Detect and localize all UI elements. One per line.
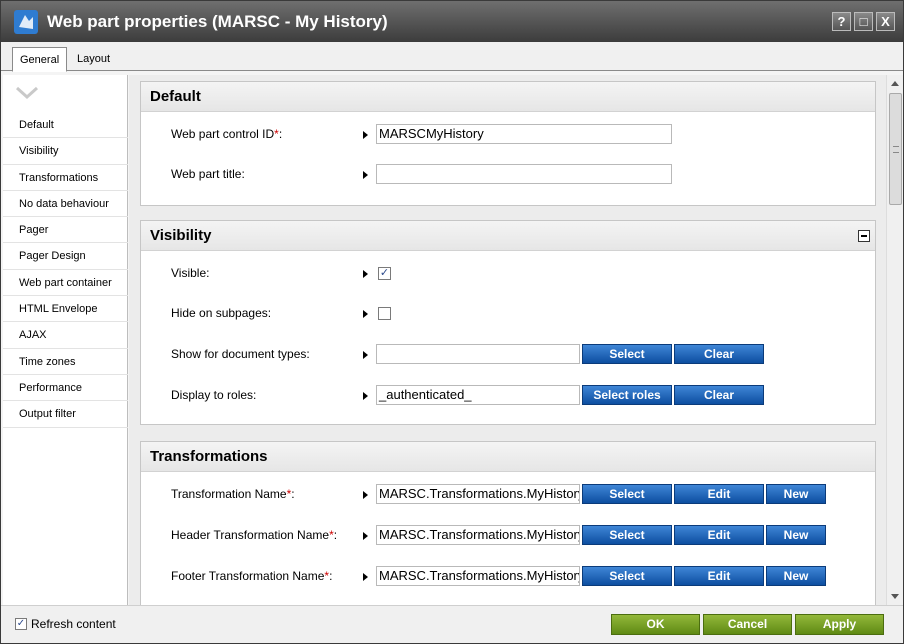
tab-layout[interactable]: Layout <box>70 47 117 71</box>
display-to-roles-label: Display to roles: <box>171 388 257 402</box>
hide-on-subpages-checkbox[interactable] <box>378 307 391 320</box>
visible-label: Visible: <box>171 266 210 280</box>
row-control-id: Web part control ID*: MARSCMyHistory <box>141 123 875 145</box>
sidebar-item-pager-design[interactable]: Pager Design <box>3 243 128 270</box>
footer-transformation-new-button[interactable]: New <box>766 566 826 586</box>
select-roles-button[interactable]: Select roles <box>582 385 672 405</box>
panel-default: Default Web part control ID*: MARSCMyHis… <box>140 81 876 206</box>
ok-button[interactable]: OK <box>611 614 700 635</box>
scroll-down-icon[interactable] <box>891 594 899 599</box>
caret-right-icon <box>363 310 368 318</box>
refresh-content-checkbox[interactable]: ✓ <box>15 618 27 630</box>
transformation-new-button[interactable]: New <box>766 484 826 504</box>
collapse-icon[interactable] <box>858 230 870 242</box>
caret-right-icon <box>363 171 368 179</box>
sidebar-item-ajax[interactable]: AJAX <box>3 322 128 349</box>
panel-visibility-title: Visibility <box>141 221 875 251</box>
panel-visibility: Visibility Visible: ✓ Hide on subpages: … <box>140 220 876 425</box>
row-display-to-roles: Display to roles: _authenticated_ Select… <box>141 384 875 406</box>
help-icon[interactable]: ? <box>832 12 851 31</box>
dialog-window: Web part properties (MARSC - My History)… <box>0 0 904 644</box>
sidebar-item-time-zones[interactable]: Time zones <box>3 349 128 375</box>
chevron-down-icon[interactable] <box>15 85 39 101</box>
header-transformation-edit-button[interactable]: Edit <box>674 525 764 545</box>
transformation-edit-button[interactable]: Edit <box>674 484 764 504</box>
panel-transformations-title: Transformations <box>141 442 875 472</box>
roles-clear-button[interactable]: Clear <box>674 385 764 405</box>
vertical-scrollbar[interactable] <box>886 75 903 605</box>
title-bar: Web part properties (MARSC - My History)… <box>1 1 903 42</box>
row-header-transformation: Header Transformation Name*: MARSC.Trans… <box>141 524 875 546</box>
dialog-title: Web part properties (MARSC - My History) <box>47 11 388 31</box>
caret-right-icon <box>363 532 368 540</box>
sidebar-item-html-envelope[interactable]: HTML Envelope <box>3 296 128 323</box>
caret-right-icon <box>363 351 368 359</box>
footer-transformation-label: Footer Transformation Name*: <box>171 569 333 583</box>
panel-default-title: Default <box>141 82 875 112</box>
refresh-content: ✓ Refresh content <box>15 617 116 631</box>
display-to-roles-input[interactable]: _authenticated_ <box>376 385 580 405</box>
caret-right-icon <box>363 573 368 581</box>
caret-right-icon <box>363 491 368 499</box>
transformation-name-label: Transformation Name*: <box>171 487 295 501</box>
properties-content: Default Web part control ID*: MARSCMyHis… <box>129 75 886 605</box>
web-part-title-input[interactable] <box>376 164 672 184</box>
tab-general[interactable]: General <box>12 47 68 72</box>
row-transformation-name: Transformation Name*: MARSC.Transformati… <box>141 483 875 505</box>
scrollbar-thumb[interactable] <box>889 93 902 205</box>
sidebar-item-output-filter[interactable]: Output filter <box>3 401 128 428</box>
sidebar: Default Visibility Transformations No da… <box>3 75 128 605</box>
dialog-footer: ✓ Refresh content OK Cancel Apply <box>1 605 903 643</box>
row-document-types: Show for document types: Select Clear <box>141 343 875 365</box>
sidebar-item-no-data-behaviour[interactable]: No data behaviour <box>3 191 128 218</box>
row-web-part-title: Web part title: <box>141 163 875 185</box>
window-controls: ? □ X <box>832 12 895 31</box>
refresh-content-label: Refresh content <box>31 617 116 631</box>
header-transformation-new-button[interactable]: New <box>766 525 826 545</box>
maximize-icon[interactable]: □ <box>854 12 873 31</box>
sidebar-item-web-part-container[interactable]: Web part container <box>3 270 128 297</box>
header-transformation-select-button[interactable]: Select <box>582 525 672 545</box>
close-icon[interactable]: X <box>876 12 895 31</box>
sidebar-item-performance[interactable]: Performance <box>3 375 128 402</box>
sidebar-item-visibility[interactable]: Visibility <box>3 138 128 165</box>
document-types-clear-button[interactable]: Clear <box>674 344 764 364</box>
control-id-input[interactable]: MARSCMyHistory <box>376 124 672 144</box>
sidebar-list: Default Visibility Transformations No da… <box>3 112 128 428</box>
document-types-input[interactable] <box>376 344 580 364</box>
tab-bar: General Layout <box>1 42 903 72</box>
footer-transformation-select-button[interactable]: Select <box>582 566 672 586</box>
header-transformation-input[interactable]: MARSC.Transformations.MyHistory <box>376 525 580 545</box>
panel-transformations: Transformations Transformation Name*: MA… <box>140 441 876 605</box>
caret-right-icon <box>363 270 368 278</box>
visible-checkbox[interactable]: ✓ <box>378 267 391 280</box>
web-part-title-label: Web part title: <box>171 167 245 181</box>
hide-on-subpages-label: Hide on subpages: <box>171 306 272 320</box>
row-hide-on-subpages: Hide on subpages: <box>141 302 875 324</box>
control-id-label: Web part control ID*: <box>171 127 283 141</box>
caret-right-icon <box>363 131 368 139</box>
document-types-label: Show for document types: <box>171 347 310 361</box>
footer-transformation-input[interactable]: MARSC.Transformations.MyHistory <box>376 566 580 586</box>
row-visible: Visible: ✓ <box>141 262 875 284</box>
header-transformation-label: Header Transformation Name*: <box>171 528 338 542</box>
row-footer-transformation: Footer Transformation Name*: MARSC.Trans… <box>141 565 875 587</box>
transformation-name-input[interactable]: MARSC.Transformations.MyHistory <box>376 484 580 504</box>
sidebar-item-transformations[interactable]: Transformations <box>3 165 128 191</box>
sidebar-item-pager[interactable]: Pager <box>3 217 128 244</box>
transformation-select-button[interactable]: Select <box>582 484 672 504</box>
scroll-up-icon[interactable] <box>891 81 899 86</box>
sidebar-item-default[interactable]: Default <box>3 112 128 139</box>
apply-button[interactable]: Apply <box>795 614 884 635</box>
app-logo-icon <box>14 9 38 34</box>
cancel-button[interactable]: Cancel <box>703 614 792 635</box>
document-types-select-button[interactable]: Select <box>582 344 672 364</box>
footer-transformation-edit-button[interactable]: Edit <box>674 566 764 586</box>
caret-right-icon <box>363 392 368 400</box>
